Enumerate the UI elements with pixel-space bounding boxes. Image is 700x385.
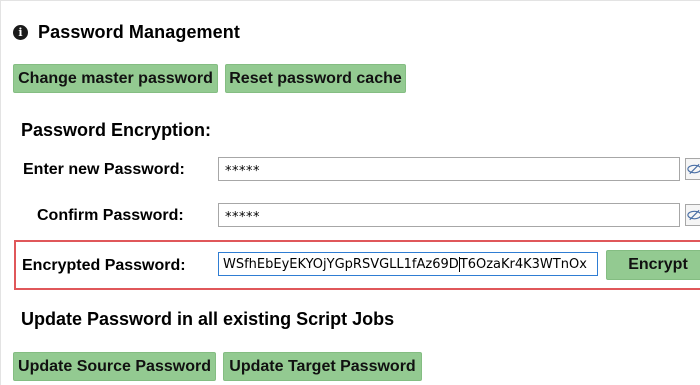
eye-slash-icon bbox=[687, 163, 700, 175]
show-confirm-password-button[interactable] bbox=[685, 204, 700, 226]
encrypted-value-part2: T6OzaKr4K3WTnOx bbox=[459, 256, 587, 272]
new-password-field[interactable]: ***** bbox=[218, 157, 680, 181]
reset-password-cache-button[interactable]: Reset password cache bbox=[225, 64, 406, 93]
info-icon: i bbox=[13, 24, 28, 40]
update-target-password-button[interactable]: Update Target Password bbox=[223, 352, 422, 381]
panel-title: Password Management bbox=[38, 21, 240, 42]
new-password-value: ***** bbox=[225, 163, 260, 179]
new-password-label: Enter new Password: bbox=[23, 161, 185, 178]
password-encryption-title: Password Encryption: bbox=[21, 120, 212, 140]
update-source-password-button[interactable]: Update Source Password bbox=[13, 352, 216, 381]
encrypt-button[interactable]: Encrypt bbox=[606, 250, 700, 280]
encrypted-password-field[interactable]: WSfhEbEyEKYOjYGpRSVGLL1fAz69D T6OzaKr4K3W… bbox=[218, 252, 598, 276]
show-new-password-button[interactable] bbox=[685, 158, 700, 180]
panel-header: i Password Management bbox=[13, 21, 240, 43]
update-script-jobs-title: Update Password in all existing Script J… bbox=[21, 309, 395, 329]
eye-slash-icon bbox=[687, 209, 700, 221]
confirm-password-value: ***** bbox=[225, 209, 260, 225]
change-master-password-button[interactable]: Change master password bbox=[13, 64, 218, 93]
confirm-password-label: Confirm Password: bbox=[37, 207, 184, 224]
encrypted-password-label: Encrypted Password: bbox=[22, 257, 186, 274]
confirm-password-field[interactable]: ***** bbox=[218, 203, 680, 227]
password-management-panel: i Password Management Change master pass… bbox=[0, 0, 700, 385]
encrypted-value-part1: WSfhEbEyEKYOjYGpRSVGLL1fAz69D bbox=[223, 256, 459, 272]
